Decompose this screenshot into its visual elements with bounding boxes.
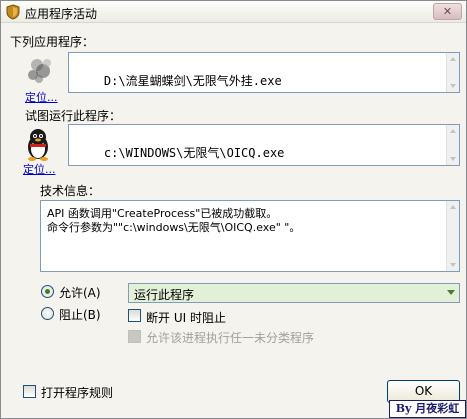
program-path-text: D:\流星蝴蝶剑\无限气外挂.exe bbox=[103, 74, 282, 88]
allow-radio[interactable] bbox=[41, 285, 54, 298]
tech-info-box[interactable]: API 函数调用"CreateProcess"已被成功截取。 命令行参数为""c… bbox=[40, 200, 460, 272]
target-path-scrollbar[interactable] bbox=[446, 125, 459, 165]
shield-icon bbox=[6, 4, 20, 20]
program-path-scrollbar[interactable] bbox=[446, 53, 459, 92]
tech-info-line: API 函数调用"CreateProcess"已被成功截取。 bbox=[47, 207, 278, 220]
target-locate-link[interactable]: 定位... bbox=[23, 161, 56, 177]
action-select-value: 运行此程序 bbox=[134, 288, 195, 302]
application-activity-dialog: 应用程序活动 ✕ 下列应用程序： 定位... D:\流星蝴蝶剑\无限气外挂.ex… bbox=[0, 0, 467, 419]
qq-penguin-icon bbox=[28, 129, 48, 161]
ui-block-label[interactable]: 断开 UI 时阻止 bbox=[146, 309, 226, 326]
tech-info-scrollbar[interactable] bbox=[446, 201, 459, 271]
block-radio[interactable] bbox=[41, 307, 54, 320]
program-locate-link[interactable]: 定位... bbox=[25, 89, 58, 105]
allow-unclassified-checkbox bbox=[128, 330, 141, 343]
allow-unclassified-label: 允许该进程执行任一未分类程序 bbox=[146, 331, 315, 345]
tech-info-label: 技术信息： bbox=[40, 184, 101, 198]
title-bar: 应用程序活动 ✕ bbox=[1, 1, 466, 23]
program-label: 下列应用程序： bbox=[10, 35, 95, 49]
target-path-field[interactable]: c:\WINDOWS\无限气\OICQ.exe bbox=[68, 124, 460, 166]
action-select[interactable]: 运行此程序 bbox=[128, 283, 460, 303]
program-path-field[interactable]: D:\流星蝴蝶剑\无限气外挂.exe bbox=[68, 52, 460, 93]
tech-info-line: 命令行参数为""c:\windows\无限气\OICQ.exe" "。 bbox=[47, 221, 301, 234]
close-button[interactable]: ✕ bbox=[433, 3, 462, 20]
blurred-exe-icon bbox=[23, 53, 55, 87]
target-label: 试图运行此程序： bbox=[25, 109, 122, 123]
block-label[interactable]: 阻止(B) bbox=[59, 306, 101, 323]
open-rules-label[interactable]: 打开程序规则 bbox=[41, 384, 113, 401]
allow-label[interactable]: 允许(A) bbox=[59, 284, 101, 301]
watermark-badge: By 月夜彩虹 bbox=[389, 400, 466, 418]
window-title: 应用程序活动 bbox=[25, 7, 98, 21]
chevron-down-icon[interactable] bbox=[447, 290, 455, 295]
target-path-text: c:\WINDOWS\无限气\OICQ.exe bbox=[103, 146, 285, 160]
close-icon: ✕ bbox=[442, 5, 453, 18]
ui-block-checkbox[interactable] bbox=[128, 309, 141, 322]
open-rules-checkbox[interactable] bbox=[23, 385, 36, 398]
